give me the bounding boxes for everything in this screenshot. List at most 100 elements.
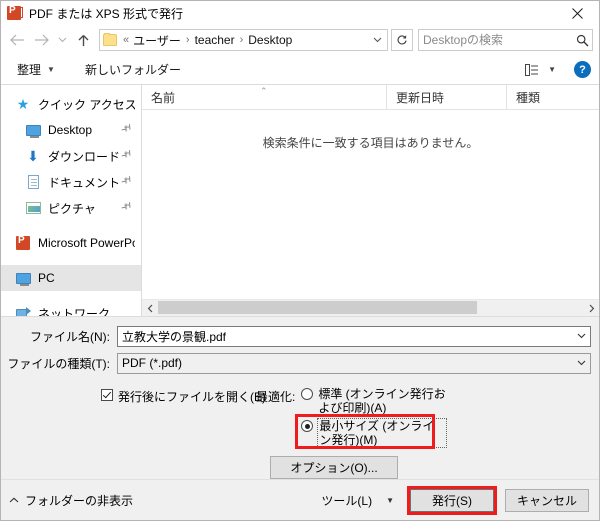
- new-folder-button[interactable]: 新しいフォルダー: [81, 59, 185, 81]
- close-icon[interactable]: [555, 1, 599, 25]
- column-label: 更新日時: [396, 90, 445, 105]
- optimize-label: 最適化:: [256, 390, 296, 404]
- breadcrumb-separator: ›: [239, 34, 244, 46]
- pin-icon[interactable]: [119, 148, 135, 165]
- open-after-publish-checkbox[interactable]: 発行後にファイルを開く(E): [101, 388, 266, 405]
- column-label: 種類: [516, 90, 541, 105]
- pc-monitor-icon: [15, 270, 31, 286]
- chevron-right-icon[interactable]: [583, 300, 599, 316]
- scrollbar-thumb[interactable]: [158, 301, 477, 314]
- optimize-option-minimum-size[interactable]: 最小サイズ (オンライン発行)(M): [295, 414, 448, 449]
- view-options-button[interactable]: ▼: [518, 59, 560, 81]
- options-button-row: オプション(O)...: [256, 451, 591, 479]
- optimize-option-standard[interactable]: 標準 (オンライン発行および印刷)(A): [301, 387, 446, 415]
- sidebar-item-microsoft-powerpoint[interactable]: Microsoft PowerPoin: [1, 230, 141, 256]
- optimize-option-label: 最小サイズ (オンライン発行)(M): [317, 418, 448, 448]
- help-icon[interactable]: ?: [574, 61, 591, 78]
- hide-folders-toggle[interactable]: フォルダーの非表示: [9, 492, 133, 509]
- sidebar-item-pictures[interactable]: ピクチャ: [1, 195, 141, 221]
- sidebar-item-pc[interactable]: PC: [1, 265, 141, 291]
- search-input[interactable]: [419, 33, 572, 47]
- filetype-label: ファイルの種類(T):: [7, 356, 110, 371]
- window-title: PDF または XPS 形式で発行: [29, 6, 184, 21]
- filetype-row: ファイルの種類(T): PDF (*.pdf): [1, 352, 599, 374]
- chevron-down-icon[interactable]: [573, 333, 590, 339]
- optimize-area: 最適化: 標準 (オンライン発行および印刷)(A) 最小サイズ (オンライン発行…: [256, 387, 591, 479]
- radio-icon[interactable]: [301, 388, 314, 400]
- up-level-icon[interactable]: [71, 28, 95, 52]
- document-icon: [25, 174, 41, 190]
- powerpoint-pdf-icon: [7, 5, 23, 21]
- navigation-sidebar: ★ クイック アクセス Desktop ⬇ ダウンロード ドキュメント ピクチャ…: [1, 85, 142, 316]
- desktop-monitor-icon: [25, 122, 41, 138]
- chevron-down-icon[interactable]: [573, 360, 590, 366]
- chevron-down-icon: ▼: [548, 65, 556, 74]
- filename-combobox[interactable]: [117, 325, 591, 347]
- sidebar-item-label: ネットワーク: [38, 306, 111, 317]
- folder-icon: [103, 33, 117, 46]
- publish-pdf-xps-dialog: PDF または XPS 形式で発行: [0, 0, 600, 521]
- breadcrumb-item-desktop[interactable]: Desktop: [248, 33, 292, 47]
- new-folder-label: 新しいフォルダー: [84, 63, 181, 77]
- optimize-radio-group: 標準 (オンライン発行および印刷)(A) 最小サイズ (オンライン発行)(M): [295, 387, 448, 451]
- column-header-name[interactable]: 名前 ⌃: [142, 85, 387, 109]
- filetype-combobox[interactable]: PDF (*.pdf): [117, 352, 591, 374]
- file-list-header: 名前 ⌃ 更新日時 種類: [142, 85, 599, 110]
- breadcrumb-item-teacher[interactable]: teacher: [195, 33, 235, 47]
- publish-button[interactable]: 発行(S): [407, 485, 497, 515]
- column-label: 名前: [151, 90, 176, 105]
- navigation-bar: « ユーザー › teacher › Desktop: [1, 25, 599, 55]
- column-header-type[interactable]: 種類: [507, 85, 599, 109]
- sidebar-item-desktop[interactable]: Desktop: [1, 117, 141, 143]
- open-after-publish-label: 発行後にファイルを開く(E): [118, 390, 266, 404]
- sidebar-item-label: PC: [38, 271, 55, 285]
- file-list-pane: 名前 ⌃ 更新日時 種類 検索条件に一致する項目はありません。: [142, 85, 599, 316]
- pin-icon[interactable]: [119, 174, 135, 191]
- pin-icon[interactable]: [119, 200, 135, 217]
- cancel-button[interactable]: キャンセル: [505, 488, 589, 512]
- organize-label: 整理: [17, 63, 42, 77]
- breadcrumb-overflow[interactable]: «: [121, 34, 133, 46]
- search-box[interactable]: [418, 29, 593, 51]
- sidebar-item-label: ダウンロード: [48, 149, 121, 164]
- optimize-option-label: 標準 (オンライン発行および印刷)(A): [318, 387, 446, 415]
- file-list-empty-message: 検索条件に一致する項目はありません。: [262, 136, 479, 150]
- horizontal-scrollbar[interactable]: [142, 299, 599, 316]
- organize-button[interactable]: 整理 ▼: [13, 59, 59, 81]
- radio-icon-selected[interactable]: [301, 420, 314, 432]
- options-button[interactable]: オプション(O)...: [270, 456, 398, 479]
- sort-ascending-icon: ⌃: [260, 86, 268, 96]
- scrollbar-track[interactable]: [158, 300, 583, 316]
- list-view-icon: [522, 63, 542, 76]
- sidebar-item-documents[interactable]: ドキュメント: [1, 169, 141, 195]
- optimize-row: 最適化: 標準 (オンライン発行および印刷)(A) 最小サイズ (オンライン発行…: [256, 387, 591, 451]
- column-header-date-modified[interactable]: 更新日時: [387, 85, 507, 109]
- cancel-label: キャンセル: [516, 493, 577, 508]
- tools-menu-button[interactable]: ツール(L) ▼: [321, 492, 394, 509]
- sidebar-item-network[interactable]: ネットワーク: [1, 300, 141, 316]
- download-arrow-icon: ⬇: [27, 148, 39, 164]
- sidebar-item-downloads[interactable]: ⬇ ダウンロード: [1, 143, 141, 169]
- filename-label: ファイル名(N):: [30, 329, 110, 344]
- checkbox-icon[interactable]: [101, 389, 113, 401]
- filename-input[interactable]: [118, 329, 573, 343]
- command-bar: 整理 ▼ 新しいフォルダー ▼ ?: [1, 55, 599, 85]
- title-bar: PDF または XPS 形式で発行: [1, 1, 599, 25]
- sidebar-item-label: ドキュメント: [48, 175, 121, 190]
- forward-icon[interactable]: [29, 28, 53, 52]
- back-icon[interactable]: [5, 28, 29, 52]
- chevron-left-icon[interactable]: [142, 300, 158, 316]
- search-icon[interactable]: [572, 34, 592, 47]
- star-icon: ★: [16, 96, 30, 112]
- recent-locations-chevron-down-icon[interactable]: [53, 28, 71, 52]
- address-chevron-down-icon[interactable]: [369, 37, 385, 43]
- sidebar-item-label: Microsoft PowerPoin: [38, 236, 135, 250]
- breadcrumb-item-users[interactable]: ユーザー: [133, 32, 181, 49]
- sidebar-item-quick-access[interactable]: ★ クイック アクセス: [1, 91, 141, 117]
- pin-icon[interactable]: [119, 122, 135, 139]
- chevron-down-icon: ▼: [386, 495, 394, 505]
- powerpoint-icon: [15, 235, 31, 251]
- address-bar[interactable]: « ユーザー › teacher › Desktop: [99, 29, 388, 51]
- chevron-up-icon: [9, 495, 19, 505]
- refresh-icon[interactable]: [391, 29, 413, 51]
